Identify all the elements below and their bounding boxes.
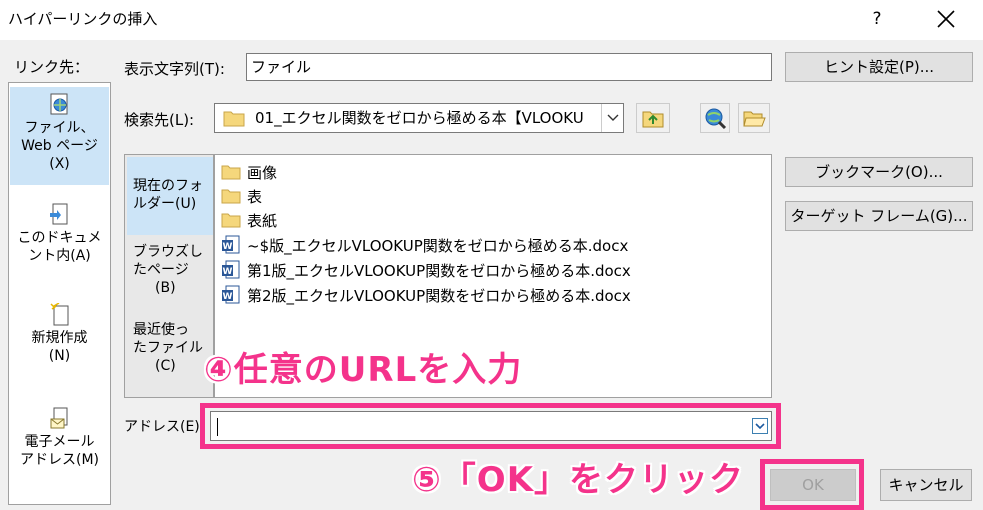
email-icon	[50, 407, 67, 429]
chevron-down-icon[interactable]	[601, 104, 623, 132]
svg-text:W: W	[223, 292, 233, 302]
up-folder-icon	[642, 111, 664, 128]
link-to-new-document[interactable]: 新規作成 (N)	[10, 303, 109, 373]
link-item-label-2: アドレス(M)	[19, 452, 99, 468]
close-icon	[937, 10, 955, 28]
file-name: 表	[247, 187, 263, 206]
file-name: 第2版_エクセルVLOOKUP関数をゼロから極める本.docx	[247, 286, 631, 305]
link-item-label-2: ント内(A)	[28, 248, 91, 264]
browse-web-button[interactable]	[700, 103, 730, 133]
screentip-button[interactable]: ヒント設定(P)...	[785, 52, 973, 82]
display-text-label: 表示文字列(T):	[124, 60, 225, 78]
list-item[interactable]: 表紙	[221, 208, 277, 232]
tab-label-1: 現在のフォ	[133, 178, 203, 194]
link-item-label-2: Web ページ	[21, 138, 98, 154]
address-input[interactable]	[210, 411, 772, 441]
link-to-place-in-document[interactable]: このドキュメ ント内(A)	[10, 203, 109, 273]
dialog-title: ハイパーリンクの挿入	[8, 10, 158, 28]
list-item[interactable]: W ~$版_エクセルVLOOKUP関数をゼロから極める本.docx	[221, 233, 628, 257]
folder-icon	[221, 189, 241, 204]
open-folder-icon	[743, 111, 766, 127]
link-item-label-2: (N)	[48, 348, 71, 364]
look-in-dropdown[interactable]: 01_エクセル関数をゼロから極める本【VLOOKU	[214, 103, 624, 133]
folder-icon	[223, 111, 245, 127]
link-item-label-1: 新規作成	[31, 330, 88, 346]
new-document-icon	[49, 303, 68, 326]
link-item-label-1: ファイル、	[24, 120, 95, 136]
svg-text:W: W	[223, 242, 233, 252]
svg-text:W: W	[223, 267, 233, 277]
file-name: 第1版_エクセルVLOOKUP関数をゼロから極める本.docx	[247, 261, 631, 280]
link-to-existing-file[interactable]: ファイル、 Web ページ (X)	[10, 87, 109, 185]
look-in-label: 検索先(L):	[124, 111, 195, 129]
tab-browsed-pages[interactable]: ブラウズし たページ (B)	[127, 243, 213, 311]
word-document-icon: W	[222, 285, 240, 304]
word-document-icon: W	[222, 260, 240, 279]
file-name: 画像	[247, 163, 278, 182]
link-item-label-3: (X)	[49, 156, 70, 172]
help-button[interactable]: ?	[860, 4, 894, 34]
cancel-button[interactable]: キャンセル	[880, 469, 972, 501]
address-dropdown-button[interactable]	[749, 412, 771, 440]
tab-label-2: ルダー(U)	[133, 196, 197, 212]
tab-label-3: (B)	[155, 280, 176, 296]
close-button[interactable]	[920, 4, 970, 34]
link-item-label-1: 電子メール	[24, 434, 95, 450]
target-frame-button[interactable]: ターゲット フレーム(G)...	[785, 201, 973, 231]
web-page-icon	[50, 93, 67, 115]
tab-label-1: 最近使っ	[133, 322, 189, 338]
list-item[interactable]: 表	[221, 184, 262, 208]
tab-label-3: (C)	[155, 358, 176, 374]
text-cursor	[217, 417, 218, 436]
file-name: 表紙	[247, 211, 278, 230]
document-place-icon	[49, 203, 67, 225]
tab-label-2: たファイル	[133, 340, 203, 356]
folder-icon	[221, 213, 241, 228]
ok-button[interactable]: OK	[770, 469, 856, 501]
tab-label-1: ブラウズし	[133, 244, 203, 260]
link-to-email-address[interactable]: 電子メール アドレス(M)	[10, 407, 109, 483]
list-item[interactable]: W 第1版_エクセルVLOOKUP関数をゼロから極める本.docx	[221, 258, 631, 282]
link-item-label-1: このドキュメ	[17, 230, 102, 246]
file-name: ~$版_エクセルVLOOKUP関数をゼロから極める本.docx	[247, 236, 629, 255]
list-item[interactable]: 画像	[221, 160, 277, 184]
list-item[interactable]: W 第2版_エクセルVLOOKUP関数をゼロから極める本.docx	[221, 283, 631, 307]
browse-tabs: 現在のフォ ルダー(U) ブラウズし たページ (B) 最近使っ たファイル (…	[124, 154, 214, 398]
bookmark-button[interactable]: ブックマーク(O)...	[785, 157, 973, 187]
display-text-input[interactable]: ファイル	[246, 53, 772, 81]
link-to-label: リンク先：	[14, 58, 90, 76]
globe-search-icon	[705, 108, 727, 130]
chevron-down-icon	[752, 418, 768, 434]
tab-current-folder[interactable]: 現在のフォ ルダー(U)	[127, 157, 213, 235]
annotation-step5: ⑤「OK」をクリック	[412, 460, 745, 500]
annotation-step4: ④任意のURLを入力	[204, 350, 523, 390]
up-folder-button[interactable]	[636, 103, 670, 133]
browse-file-button[interactable]	[738, 103, 770, 133]
look-in-value: 01_エクセル関数をゼロから極める本【VLOOKU	[255, 109, 584, 127]
folder-icon	[221, 165, 241, 180]
address-label: アドレス(E):	[124, 419, 205, 435]
tab-label-2: たページ	[133, 262, 189, 278]
link-to-panel: ファイル、 Web ページ (X) このドキュメ ント内(A) 新規作成 (N)…	[8, 82, 111, 505]
tab-recent-files[interactable]: 最近使っ たファイル (C)	[127, 321, 213, 391]
word-document-icon: W	[222, 235, 240, 254]
